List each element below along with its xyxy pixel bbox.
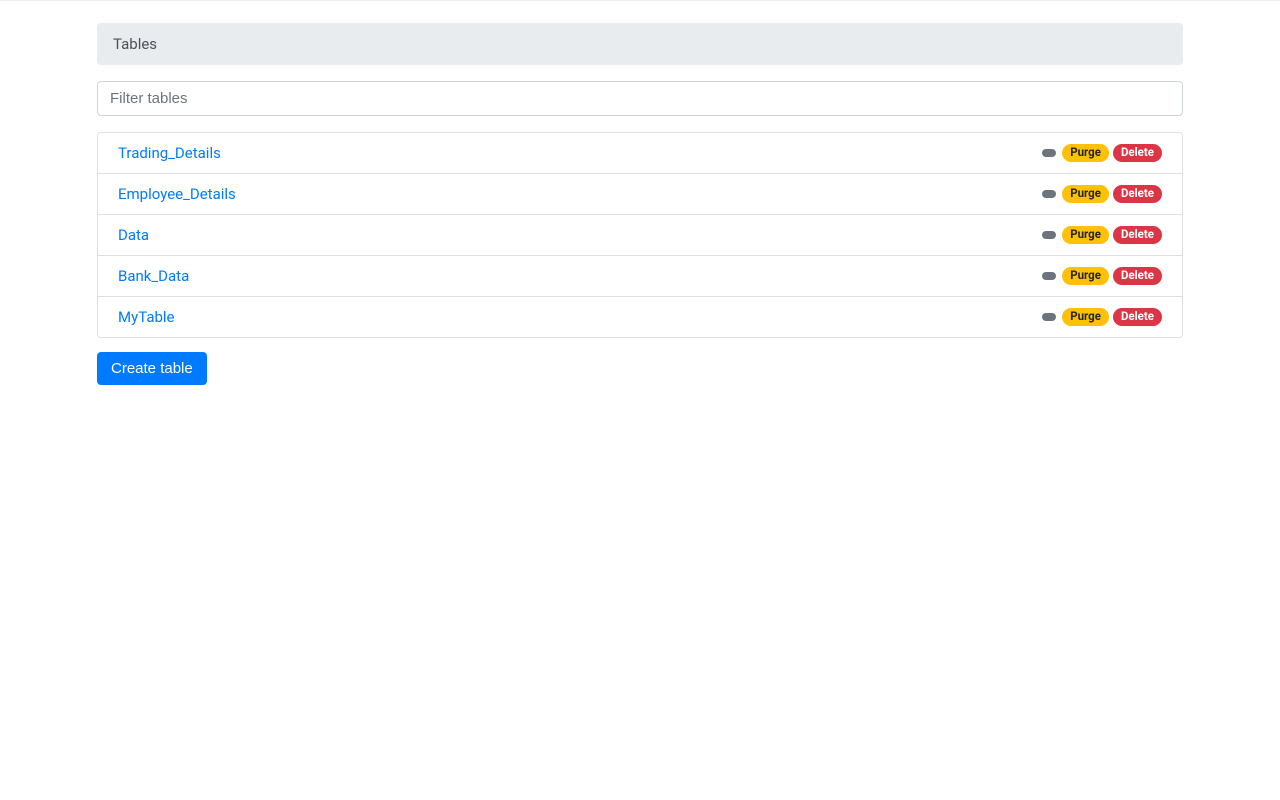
table-row: Employee_Details Purge Delete xyxy=(98,174,1182,215)
table-row: Bank_Data Purge Delete xyxy=(98,256,1182,297)
row-actions: Purge Delete xyxy=(1042,226,1162,244)
count-badge xyxy=(1042,272,1056,280)
purge-button[interactable]: Purge xyxy=(1062,308,1109,326)
table-row: Data Purge Delete xyxy=(98,215,1182,256)
purge-button[interactable]: Purge xyxy=(1062,185,1109,203)
purge-button[interactable]: Purge xyxy=(1062,226,1109,244)
filter-input[interactable] xyxy=(97,81,1183,116)
table-name-link[interactable]: Trading_Details xyxy=(118,144,221,162)
count-badge xyxy=(1042,231,1056,239)
table-name-link[interactable]: MyTable xyxy=(118,308,175,326)
delete-button[interactable]: Delete xyxy=(1113,226,1162,244)
tables-list: Trading_Details Purge Delete Employee_De… xyxy=(97,132,1183,338)
purge-button[interactable]: Purge xyxy=(1062,267,1109,285)
section-title: Tables xyxy=(113,35,157,53)
table-name-link[interactable]: Employee_Details xyxy=(118,185,236,203)
table-name-link[interactable]: Bank_Data xyxy=(118,267,189,285)
row-actions: Purge Delete xyxy=(1042,185,1162,203)
purge-button[interactable]: Purge xyxy=(1062,144,1109,162)
delete-button[interactable]: Delete xyxy=(1113,185,1162,203)
main-container: Tables Trading_Details Purge Delete Empl… xyxy=(85,1,1195,385)
count-badge xyxy=(1042,149,1056,157)
create-table-button[interactable]: Create table xyxy=(97,352,207,385)
row-actions: Purge Delete xyxy=(1042,144,1162,162)
row-actions: Purge Delete xyxy=(1042,267,1162,285)
table-name-link[interactable]: Data xyxy=(118,226,149,244)
delete-button[interactable]: Delete xyxy=(1113,267,1162,285)
count-badge xyxy=(1042,313,1056,321)
row-actions: Purge Delete xyxy=(1042,308,1162,326)
delete-button[interactable]: Delete xyxy=(1113,308,1162,326)
section-header: Tables xyxy=(97,23,1183,65)
delete-button[interactable]: Delete xyxy=(1113,144,1162,162)
table-row: Trading_Details Purge Delete xyxy=(98,133,1182,174)
table-row: MyTable Purge Delete xyxy=(98,297,1182,337)
count-badge xyxy=(1042,190,1056,198)
